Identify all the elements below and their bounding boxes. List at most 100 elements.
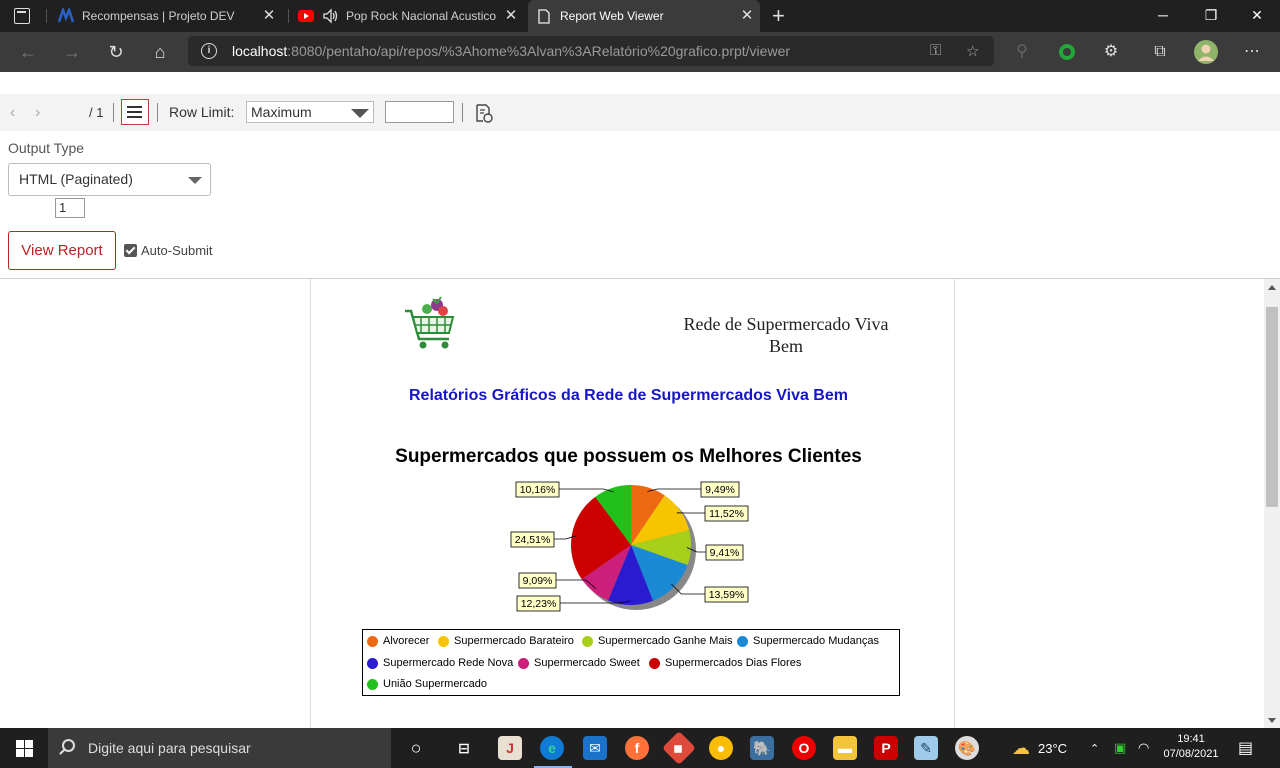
view-report-button[interactable]: View Report [8,231,116,270]
row-limit-select[interactable]: Maximum [246,101,374,123]
show-hidden-icons[interactable]: ⌃ [1090,728,1099,768]
toolbar-separator [157,103,158,122]
legend-label: Supermercado Barateiro [454,635,574,647]
chrome-icon[interactable]: ● [709,736,733,760]
weather-widget[interactable]: ☁ 23°C [1012,728,1067,768]
chevron-down-icon [351,109,369,118]
cortana-icon[interactable]: ○ [404,736,428,760]
close-window-icon[interactable]: ✕ [1234,0,1280,32]
legend-item: Supermercado Rede Nova [367,657,513,669]
edge-browser-icon[interactable]: e [540,736,564,760]
close-tab-icon[interactable]: ✕ [738,7,756,25]
company-name-line2: Bem [769,336,803,356]
scrollbar-thumb[interactable] [1266,307,1278,507]
weather-cloud-icon: ☁ [1012,737,1030,758]
forward-icon[interactable]: → [60,40,84,64]
page-number-input[interactable]: 1 [55,198,85,218]
pdf-reader-icon[interactable]: P [874,736,898,760]
next-page-icon[interactable]: › [35,104,40,122]
extension-green-icon[interactable] [1055,40,1079,64]
viewer-header-space [0,72,1280,94]
company-name-line1: Rede de Supermercado Viva [683,314,889,334]
address-toolbar: ← → ↻ ⌂ i localhost:8080/pentaho/api/rep… [0,32,1280,72]
mail-icon[interactable]: ✉ [583,736,607,760]
git-icon[interactable]: ◆ [662,731,696,765]
restore-icon[interactable]: ❐ [1188,0,1234,32]
row-limit-value: Maximum [251,104,312,120]
address-bar[interactable]: i localhost:8080/pentaho/api/repos/%3Aho… [188,36,994,66]
toggle-parameters-button[interactable] [121,99,149,125]
vertical-scrollbar[interactable] [1264,279,1280,728]
document-icon [536,8,552,24]
auto-submit-checkbox[interactable]: Auto-Submit [124,243,213,258]
legend-item: União Supermercado [367,678,487,690]
site-info-icon[interactable]: i [201,43,217,59]
tab-title: Report Web Viewer [560,9,664,23]
back-icon[interactable]: ← [16,40,40,64]
system-clock[interactable]: 19:41 07/08/2021 [1160,732,1222,762]
legend-item: Supermercado Mudanças [737,635,879,647]
legend-item: Supermercados Dias Flores [649,657,801,669]
task-view-icon[interactable]: ⊟ [452,736,476,760]
profile-avatar[interactable] [1194,40,1218,64]
file-explorer-icon[interactable]: ▬ [833,736,857,760]
data-label: 9,09% [523,575,553,587]
opera-icon[interactable]: O [792,736,816,760]
close-tab-icon[interactable]: ✕ [502,7,520,25]
start-button[interactable] [0,728,48,768]
speaker-icon[interactable] [322,8,338,24]
browser-tab-strip: Recompensas | Projeto DEV ✕ Pop Rock Nac… [0,0,1280,32]
new-tab-button[interactable]: + [772,5,785,27]
checkbox-checked-icon[interactable] [124,244,137,257]
legend-label: Supermercado Rede Nova [383,657,514,669]
refresh-icon[interactable]: ↻ [104,40,128,64]
legend-label: Alvorecer [383,635,430,647]
key-icon[interactable]: ⚿ [930,42,941,59]
tab-actions-icon[interactable] [14,8,30,24]
scroll-down-icon[interactable] [1268,718,1276,723]
search-placeholder: Digite aqui para pesquisar [88,740,251,756]
output-type-select[interactable]: HTML (Paginated) [8,163,211,196]
shopping-cart-logo [397,291,463,355]
legend-color-dot [367,657,378,669]
taskbar-search[interactable]: Digite aqui para pesquisar [48,728,391,768]
row-limit-input[interactable] [385,101,454,123]
search-icon [62,739,75,752]
legend-item: Alvorecer [367,635,429,647]
tab-recompensas[interactable]: Recompensas | Projeto DEV ✕ [58,0,278,32]
close-tab-icon[interactable]: ✕ [260,7,278,25]
clock-time: 19:41 [1177,733,1205,745]
data-label: 10,16% [520,484,556,496]
home-icon[interactable]: ⌂ [148,40,172,64]
more-menu-icon[interactable]: ⋯ [1240,40,1264,64]
chart-title: Supermercados que possuem os Melhores Cl… [395,446,862,467]
toolbar-separator [113,103,114,122]
java-app-icon[interactable]: J [498,736,522,760]
postgres-icon[interactable]: 🐘 [750,736,774,760]
output-type-label: Output Type [8,140,85,156]
chart-legend: Alvorecer Supermercado Barateiro Supermerc… [362,629,900,696]
antivirus-icon[interactable]: ▣ [1114,728,1126,768]
legend-item: Supermercado Ganhe Mais [582,635,733,647]
output-type-value: HTML (Paginated) [19,171,133,187]
minimize-icon[interactable]: ─ [1140,0,1186,32]
scroll-up-icon[interactable] [1268,285,1276,290]
tab-report-web-viewer[interactable]: Report Web Viewer ✕ [528,0,760,32]
favorite-add-icon[interactable]: ☆ [966,42,979,60]
data-label: 9,41% [710,547,740,559]
notifications-icon[interactable]: ▤ [1238,728,1253,768]
wifi-icon[interactable]: ◠ [1138,728,1149,768]
auto-submit-label: Auto-Submit [141,243,213,258]
collections-icon[interactable]: ⧉ [1148,40,1172,64]
refresh-report-icon[interactable] [474,103,494,123]
legend-color-dot [438,635,449,647]
previous-page-icon[interactable]: ‹ [10,104,15,122]
firefox-icon[interactable]: f [625,736,649,760]
weather-temperature: 23°C [1038,740,1068,756]
extensions-icon[interactable]: ⚙ [1099,40,1123,64]
paint-icon[interactable]: 🎨 [955,736,979,760]
notepad-icon[interactable]: ✎ [914,736,938,760]
tab-pop-rock[interactable]: Pop Rock Nacional Acustico ✕ [298,0,520,32]
extension-disabled-icon[interactable]: ⚲ [1010,40,1034,64]
data-label: 11,52% [709,508,744,520]
